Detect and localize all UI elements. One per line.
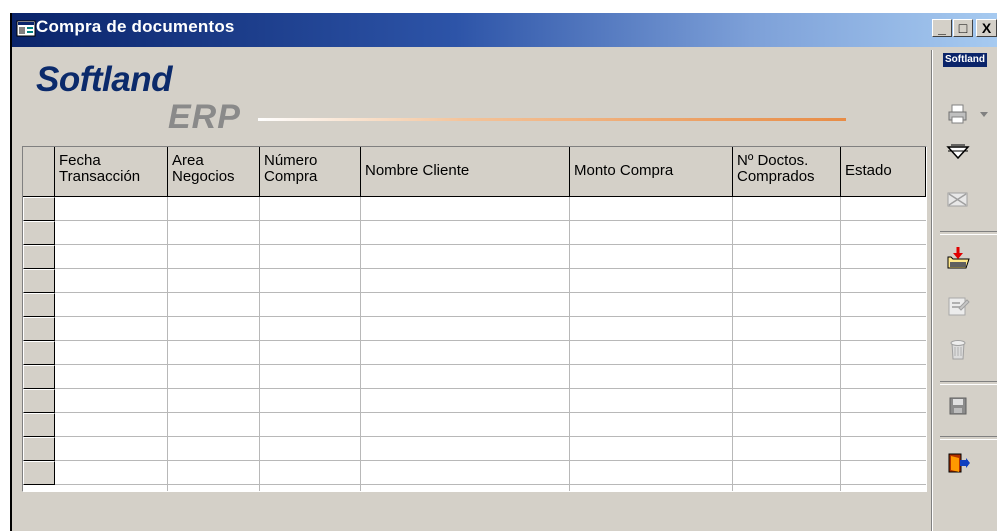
approve-icon: [946, 144, 970, 160]
logo-divider: [258, 118, 846, 121]
window-app-icon: [16, 20, 36, 37]
row-selector[interactable]: [23, 341, 55, 365]
grid-line: [55, 436, 926, 437]
column-header-line: Transacción: [59, 168, 141, 185]
exit-icon: [948, 453, 970, 473]
grid-line: [840, 197, 841, 491]
toolbar-separator: [940, 231, 997, 235]
minimize-button[interactable]: _: [932, 19, 952, 37]
properties-button[interactable]: [944, 292, 972, 320]
delete-button[interactable]: [944, 336, 972, 364]
row-selector[interactable]: [23, 389, 55, 413]
column-header-fecha-transaccion[interactable]: Fecha Transacción: [55, 147, 168, 197]
print-icon: [948, 104, 967, 124]
column-header-line: Area: [172, 152, 204, 169]
properties-icon: [948, 297, 970, 316]
grid-line: [55, 460, 926, 461]
grid-line: [55, 412, 926, 413]
grid-line: [55, 388, 926, 389]
column-header-area-negocios[interactable]: Area Negocios: [168, 147, 260, 197]
grid-line: [55, 484, 926, 485]
column-header-line: Compra: [264, 168, 318, 185]
toolbar-separator: [940, 436, 997, 440]
column-header-estado[interactable]: Estado: [841, 147, 926, 197]
grid-line: [55, 244, 926, 245]
row-selector[interactable]: [23, 293, 55, 317]
column-header-line: Monto Compra: [574, 162, 674, 179]
print-dropdown-icon: [980, 112, 988, 117]
column-header-line: Nombre Cliente: [365, 162, 470, 179]
row-selector[interactable]: [23, 221, 55, 245]
grid-line: [55, 364, 926, 365]
toolbar-separator: [940, 381, 997, 385]
grid-line: [569, 197, 570, 491]
row-selector[interactable]: [23, 245, 55, 269]
row-selector[interactable]: [23, 197, 55, 221]
grid-line: [55, 316, 926, 317]
grid-line: [55, 268, 926, 269]
logo-brand: Softland: [36, 60, 172, 99]
column-header-line: Nº Doctos.: [737, 152, 809, 169]
window-title: Compra de documentos: [36, 17, 235, 36]
column-header-line: Fecha: [59, 152, 101, 169]
import-icon: [947, 247, 970, 269]
save-icon: [949, 397, 967, 415]
approve-button[interactable]: [944, 138, 972, 166]
close-button[interactable]: X: [976, 19, 997, 37]
row-selector[interactable]: [23, 413, 55, 437]
row-selector[interactable]: [23, 269, 55, 293]
column-header-n-doctos-comprados[interactable]: Nº Doctos. Comprados: [733, 147, 841, 197]
row-selector[interactable]: [23, 365, 55, 389]
column-header-line: Número: [264, 152, 318, 169]
delete-icon: [950, 340, 966, 360]
purchase-grid[interactable]: Fecha Transacción Area Negocios Número C…: [22, 146, 927, 492]
grid-line: [167, 197, 168, 491]
grid-line: [55, 340, 926, 341]
row-selector[interactable]: [23, 317, 55, 341]
save-button[interactable]: [944, 392, 972, 420]
reject-button[interactable]: [944, 186, 972, 214]
column-header-nombre-cliente[interactable]: Nombre Cliente: [361, 147, 570, 197]
grid-corner: [23, 147, 55, 197]
toolbar-divider: [931, 50, 933, 531]
maximize-button[interactable]: □: [953, 19, 973, 37]
column-header-line: Comprados: [737, 168, 815, 185]
column-header-numero-compra[interactable]: Número Compra: [260, 147, 361, 197]
grid-line: [55, 220, 926, 221]
grid-line: [732, 197, 733, 491]
grid-line: [360, 197, 361, 491]
grid-line: [259, 197, 260, 491]
print-button[interactable]: [944, 100, 972, 128]
row-selector[interactable]: [23, 461, 55, 485]
column-header-line: Negocios: [172, 168, 235, 185]
logo-product: ERP: [168, 98, 241, 136]
window-border: [10, 13, 12, 531]
reject-icon: [947, 192, 968, 207]
column-header-monto-compra[interactable]: Monto Compra: [570, 147, 733, 197]
softland-tag: Softland: [943, 53, 987, 67]
import-button[interactable]: [944, 244, 972, 272]
row-selector[interactable]: [23, 437, 55, 461]
exit-button[interactable]: [944, 449, 972, 477]
column-header-line: Estado: [845, 162, 892, 179]
grid-line: [55, 292, 926, 293]
print-dropdown-button[interactable]: [974, 100, 994, 128]
